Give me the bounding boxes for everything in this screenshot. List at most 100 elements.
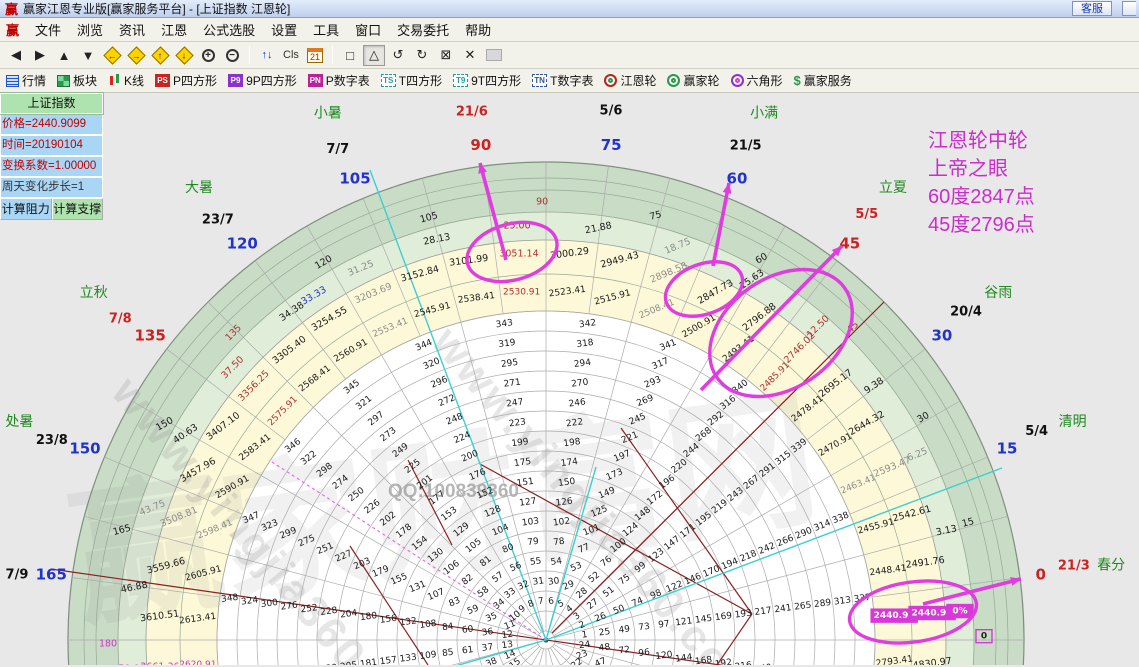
toolbar-item-K线[interactable]: K线 [106,71,146,90]
svg-text:48: 48 [598,642,611,653]
svg-text:小满: 小满 [750,105,778,121]
rotate-ccw-icon[interactable]: ↺ [387,45,409,66]
updown-icon[interactable]: ↑↓ [256,45,278,66]
pan-down-icon[interactable]: ↓ [173,45,195,66]
rect-tool-icon[interactable]: □ [339,45,361,66]
menu-item-7[interactable]: 窗口 [347,18,389,41]
toolbar-item-label: K线 [124,74,145,88]
svg-text:79: 79 [527,537,540,548]
svg-text:61: 61 [461,645,474,656]
menu-logo-icon: 赢 [6,23,20,38]
cls-button[interactable]: Cls [280,45,302,66]
toolbar-item-赢家服务[interactable]: $ 赢家服务 [792,71,854,90]
svg-text:90: 90 [536,197,548,208]
down-icon[interactable]: ▼ [77,45,99,66]
annotation-line: 60度2847点 [928,186,1035,208]
svg-text:21/6: 21/6 [456,105,488,120]
svg-text:清明: 清明 [1059,414,1087,430]
toolbar-item-label: 赢家轮 [683,74,720,88]
toolbar-item-赢家轮[interactable]: 赢家轮 [665,71,721,90]
index-info-panel: 上证指数 价格=2440.9099 时间=20190104 变换系数=1.000… [0,92,104,220]
svg-text:37: 37 [481,642,494,653]
svg-text:0%: 0% [952,607,967,617]
svg-text:0: 0 [1036,565,1046,583]
toolbar-item-9P四方形[interactable]: P9 9P四方形 [226,71,299,90]
menu-item-4[interactable]: 公式选股 [195,18,263,41]
P四方形-icon: PS [155,74,171,87]
toolbar-item-label: P数字表 [325,74,370,88]
toolbar-item-label: T四方形 [398,74,443,88]
svg-text:23/8: 23/8 [36,433,68,448]
pan-right-icon[interactable]: → [125,45,147,66]
svg-text:15: 15 [997,440,1018,458]
menu-item-3[interactable]: 江恩 [153,18,195,41]
T数字表-icon: TN [532,74,548,87]
toolbar-item-板块[interactable]: 板块 [55,71,99,90]
date-field: 时间=20190104 [0,135,103,156]
板块-icon [57,74,71,87]
menu-item-9[interactable]: 帮助 [457,18,499,41]
step-field: 周天变化步长=1 [0,177,103,198]
svg-text:72: 72 [618,645,631,656]
toolbar-item-9T四方形[interactable]: T9 9T四方形 [451,71,523,90]
calc-support-button[interactable]: 计算支撑 [51,198,103,220]
svg-text:21/5: 21/5 [730,138,762,153]
svg-text:165: 165 [36,565,67,583]
svg-text:25: 25 [598,627,611,638]
screen-icon[interactable] [483,45,505,66]
calc-resistance-button[interactable]: 计算阻力 [0,198,52,220]
menu-item-2[interactable]: 资讯 [111,18,153,41]
app-logo-icon: 赢 [5,2,19,17]
toolbar-item-P数字表[interactable]: PN P数字表 [306,71,372,90]
svg-text:5/4: 5/4 [1025,424,1048,439]
赢家服务-icon: $ [793,73,801,88]
svg-text:7/7: 7/7 [326,142,349,157]
toolbar-item-行情[interactable]: 行情 [4,71,48,90]
9P四方形-icon: P9 [228,74,244,87]
forward-icon[interactable]: ▶ [29,45,51,66]
zoom-out-icon[interactable]: − [221,45,243,66]
back-icon[interactable]: ◀ [5,45,27,66]
toolbar-item-label: 六角形 [746,74,783,88]
annotation-line: 江恩轮中轮 [928,130,1028,152]
svg-text:0: 0 [981,632,987,642]
svg-text:7/8: 7/8 [109,312,132,327]
toolbar-item-label: 赢家服务 [803,74,852,88]
menu-item-5[interactable]: 设置 [263,18,305,41]
menu-item-0[interactable]: 文件 [27,18,69,41]
svg-text:73: 73 [638,622,651,633]
toolbar-item-P四方形[interactable]: PS P四方形 [153,71,219,90]
triangle-tool-icon[interactable]: △ [363,44,385,66]
pan-left-icon[interactable]: ← [101,45,123,66]
clipped-button[interactable] [1122,1,1136,16]
zoom-in-icon[interactable]: + [197,45,219,66]
K线-icon [108,74,121,87]
menu-item-1[interactable]: 浏览 [69,18,111,41]
toolbar-item-T数字表[interactable]: TN T数字表 [530,71,595,90]
customer-service-button[interactable]: 客服 [1072,1,1112,16]
calendar-icon[interactable]: 21 [304,45,326,66]
svg-text:大暑: 大暑 [185,180,213,196]
T四方形-icon: TS [380,74,396,87]
rotate-cw-icon[interactable]: ↻ [411,45,433,66]
svg-text:7/9: 7/9 [6,568,29,583]
svg-text:96: 96 [638,648,651,659]
up-icon[interactable]: ▲ [53,45,75,66]
toolbar-item-T四方形[interactable]: TS T四方形 [379,71,444,90]
svg-text:75: 75 [601,136,622,154]
price-field: 价格=2440.9099 [0,114,103,135]
cross-arrows-icon[interactable]: ✕ [459,45,481,66]
六角形-icon [730,74,744,87]
toolbar-item-label: 9P四方形 [246,74,297,88]
svg-text:2620.91: 2620.91 [179,660,216,665]
toolbar-item-六角形[interactable]: 六角形 [729,71,785,90]
menu-item-8[interactable]: 交易委托 [389,18,457,41]
menu-item-6[interactable]: 工具 [305,18,347,41]
toolbar-item-江恩轮[interactable]: 江恩轮 [602,71,658,90]
svg-text:2530.91: 2530.91 [503,287,540,297]
delete-box-icon[interactable]: ⊠ [435,45,457,66]
toolbar-item-label: 行情 [22,74,47,88]
toolbar-item-label: 板块 [73,74,98,88]
pan-up-icon[interactable]: ↑ [149,45,171,66]
svg-text:85: 85 [442,648,455,659]
